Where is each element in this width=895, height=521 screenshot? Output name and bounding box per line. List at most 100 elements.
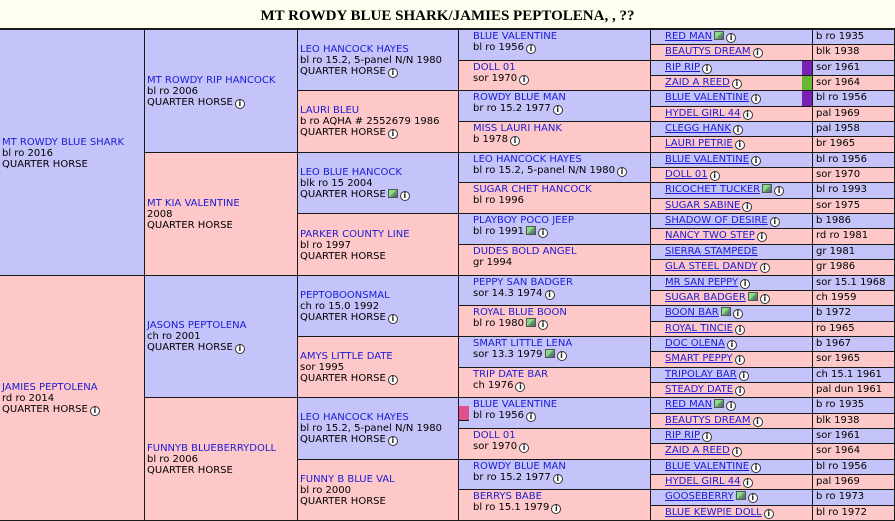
photo-icon[interactable] [747, 292, 758, 301]
horse-name-link[interactable]: BEAUTYS DREAM [665, 415, 751, 426]
horse-name-link[interactable]: MISS LAURI HANK [473, 123, 562, 134]
info-icon[interactable]: i [732, 125, 743, 135]
horse-name-link[interactable]: DOLL 01 [665, 169, 708, 180]
horse-name-link[interactable]: PEPTOBOONSMAL [300, 290, 390, 301]
info-icon[interactable]: i [774, 186, 785, 196]
photo-icon[interactable] [714, 31, 725, 40]
horse-name-link[interactable]: CLEGG HANK [665, 123, 731, 134]
info-icon[interactable]: i [387, 436, 398, 446]
horse-name-link[interactable]: HYDEL GIRL 44 [665, 108, 741, 119]
horse-name-link[interactable]: MT ROWDY RIP HANCOCK [147, 75, 275, 86]
info-icon[interactable]: i [89, 405, 100, 416]
photo-icon[interactable] [762, 184, 773, 193]
horse-name-link[interactable]: RED MAN [665, 31, 712, 42]
info-icon[interactable]: i [387, 129, 398, 139]
horse-name-link[interactable]: BLUE VALENTINE [473, 399, 557, 410]
info-icon[interactable]: i [525, 44, 536, 54]
horse-name-link[interactable]: SUGAR BADGER [665, 292, 746, 303]
info-icon[interactable]: i [544, 290, 555, 300]
photo-icon[interactable] [387, 188, 398, 198]
info-icon[interactable]: i [509, 136, 520, 146]
horse-name-link[interactable]: AMYS LITTLE DATE [300, 351, 393, 362]
horse-name-link[interactable]: ROWDY BLUE MAN [473, 92, 566, 103]
horse-name-link[interactable]: BOON BAR [665, 307, 719, 318]
horse-name-link[interactable]: SMART PEPPY [665, 353, 733, 364]
info-icon[interactable]: i [387, 313, 398, 324]
info-icon[interactable]: i [734, 355, 745, 365]
horse-name-link[interactable]: TRIPOLAY BAR [665, 369, 737, 380]
horse-name-link[interactable]: JASONS PEPTOLENA [147, 320, 246, 331]
horse-name-link[interactable]: SMART LITTLE LENA [473, 338, 572, 349]
info-icon[interactable]: i [751, 463, 762, 473]
horse-name-link[interactable]: BLUE VALENTINE [473, 31, 557, 42]
horse-name-link[interactable]: ROWDY BLUE MAN [473, 461, 566, 472]
horse-name-link[interactable]: PARKER COUNTY LINE [300, 229, 410, 240]
info-icon[interactable]: i [759, 294, 770, 304]
horse-name-link[interactable]: GOOSEBERRY [665, 491, 734, 502]
horse-name-link[interactable]: STEADY DATE [665, 384, 733, 395]
info-icon[interactable]: i [756, 232, 767, 242]
photo-icon[interactable] [735, 491, 746, 500]
photo-icon[interactable] [720, 307, 731, 316]
info-icon[interactable]: i [752, 417, 763, 427]
horse-name-link[interactable]: RED MAN [665, 399, 712, 410]
info-icon[interactable]: i [751, 156, 762, 166]
info-icon[interactable]: i [735, 386, 746, 396]
horse-name-link[interactable]: LAURI BLEU [300, 105, 359, 116]
horse-name-link[interactable]: BLUE VALENTINE [665, 461, 749, 472]
info-icon[interactable]: i [702, 432, 713, 442]
info-icon[interactable]: i [519, 75, 530, 85]
horse-name-link[interactable]: MT KIA VALENTINE [147, 198, 240, 209]
info-icon[interactable]: i [742, 110, 753, 120]
horse-name-link[interactable]: HYDEL GIRL 44 [665, 476, 741, 487]
info-icon[interactable]: i [552, 474, 563, 484]
horse-name-link[interactable]: SUGAR SABINE [665, 200, 740, 211]
info-icon[interactable]: i [537, 320, 548, 330]
horse-name-link[interactable]: LEO HANCOCK HAYES [300, 412, 409, 423]
info-icon[interactable]: i [742, 202, 753, 212]
info-icon[interactable]: i [731, 79, 742, 89]
horse-name-link[interactable]: JAMIES PEPTOLENA [2, 382, 98, 393]
info-icon[interactable]: i [738, 371, 749, 381]
horse-name-link[interactable]: DOLL 01 [473, 430, 516, 441]
info-icon[interactable]: i [759, 263, 770, 273]
horse-name-link[interactable]: LEO BLUE HANCOCK [300, 167, 402, 178]
info-icon[interactable]: i [751, 94, 762, 104]
info-icon[interactable]: i [234, 98, 245, 109]
horse-name-link[interactable]: BLUE VALENTINE [665, 154, 749, 165]
horse-name-link[interactable]: ROYAL BLUE BOON [473, 307, 567, 318]
info-icon[interactable]: i [399, 190, 410, 201]
info-icon[interactable]: i [734, 140, 745, 150]
photo-icon[interactable] [544, 349, 555, 358]
info-icon[interactable]: i [747, 493, 758, 503]
horse-name-link[interactable]: FUNNYB BLUEBERRYDOLL [147, 443, 276, 454]
info-icon[interactable]: i [763, 509, 774, 519]
horse-name-link[interactable]: LEO HANCOCK HAYES [473, 154, 582, 165]
photo-icon[interactable] [525, 226, 536, 235]
horse-name-link[interactable]: LEO HANCOCK HAYES [300, 44, 409, 55]
horse-name-link[interactable]: RICOCHET TUCKER [665, 184, 760, 195]
horse-name-link[interactable]: SUGAR CHET HANCOCK [473, 184, 592, 195]
info-icon[interactable]: i [616, 167, 627, 177]
info-icon[interactable]: i [769, 217, 780, 227]
info-icon[interactable]: i [742, 478, 753, 488]
photo-icon[interactable] [714, 399, 725, 408]
horse-name-link[interactable]: BLUE KEWPIE DOLL [665, 507, 762, 518]
info-icon[interactable]: i [726, 33, 737, 43]
info-icon[interactable]: i [726, 401, 737, 411]
info-icon[interactable]: i [556, 351, 567, 361]
info-icon[interactable]: i [731, 447, 742, 457]
info-icon[interactable]: i [552, 105, 563, 115]
horse-name-link[interactable]: PLAYBOY POCO JEEP [473, 215, 574, 226]
info-icon[interactable]: i [702, 64, 713, 74]
horse-name-link[interactable]: PEPPY SAN BADGER [473, 277, 573, 288]
info-icon[interactable]: i [515, 382, 526, 392]
horse-name-link[interactable]: ZAID A REED [665, 445, 730, 456]
info-icon[interactable]: i [551, 504, 562, 514]
horse-name-link[interactable]: ROYAL TINCIE [665, 323, 733, 334]
horse-name-link[interactable]: MR SAN PEPPY [665, 277, 738, 288]
horse-name-link[interactable]: RIP RIP [665, 430, 700, 441]
info-icon[interactable]: i [726, 340, 737, 350]
horse-name-link[interactable]: TRIP DATE BAR [473, 369, 548, 380]
horse-name-link[interactable]: SHADOW OF DESIRE [665, 215, 768, 226]
